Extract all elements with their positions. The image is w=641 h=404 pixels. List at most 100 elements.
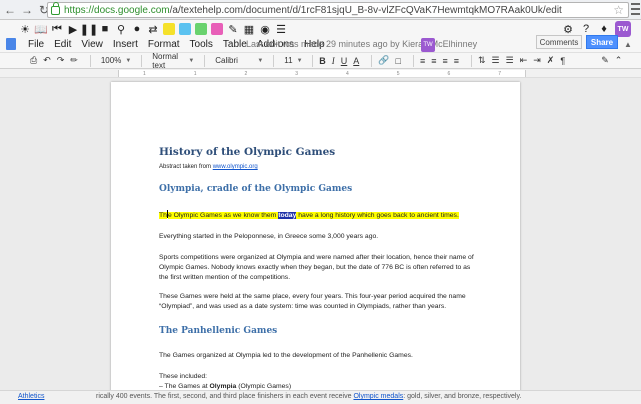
increase-indent-icon[interactable]: ⇥ <box>533 55 541 66</box>
menu-format[interactable]: Format <box>148 39 180 50</box>
toolbar-divider <box>273 54 275 67</box>
comment-icon[interactable]: □ <box>396 56 401 66</box>
zoom-select[interactable]: 100% ▼ <box>97 54 135 67</box>
browser-menu-icon[interactable] <box>631 3 640 15</box>
bulleted-list-icon[interactable]: ☰ <box>506 55 514 66</box>
list-icon[interactable]: ☰ <box>274 22 288 36</box>
highlight-blue-icon[interactable] <box>178 22 192 36</box>
paragraph-icon[interactable]: ¶ <box>560 56 565 66</box>
toolbar-divider <box>471 54 472 67</box>
link-icon[interactable]: 🔗 <box>378 55 389 66</box>
menu-view[interactable]: View <box>81 39 103 50</box>
style-select[interactable]: Normal text ▼ <box>148 51 198 70</box>
align-center-icon[interactable]: ≡ <box>431 56 436 66</box>
decrease-indent-icon[interactable]: ⇤ <box>520 55 528 66</box>
toolbar-divider <box>89 54 91 67</box>
ruler-mark: 5 <box>396 70 400 77</box>
play-icon[interactable]: ▶ <box>66 22 80 36</box>
list-suffix: (Olympic Games) <box>236 383 292 390</box>
background-page-strip: Athletics rically 400 events. The first,… <box>0 390 641 404</box>
stop-icon[interactable]: ■ <box>98 22 112 36</box>
ruler-mark: 1 <box>142 70 146 77</box>
highlight-end: have a long history which goes back to a… <box>296 212 459 219</box>
vocabulary-icon[interactable]: ◉ <box>258 22 272 36</box>
italic-button[interactable]: I <box>332 56 335 66</box>
heading-panhellenic: The Panhellenic Games <box>159 326 278 336</box>
redo-icon[interactable]: ↷ <box>57 55 65 66</box>
collapse-toolbar-icon[interactable]: ▲ <box>624 40 632 49</box>
menu-file[interactable]: File <box>28 39 44 50</box>
toolbar-divider <box>371 54 373 67</box>
highlight-yellow-icon[interactable] <box>162 22 176 36</box>
document-canvas[interactable]: History of the Olympic Games Abstract ta… <box>0 78 641 390</box>
background-text: rically 400 events. The first, second, a… <box>96 393 521 400</box>
text-color-icon[interactable]: A <box>353 56 359 66</box>
highlight-pink-icon[interactable] <box>210 22 224 36</box>
athletics-link[interactable]: Athletics <box>18 393 44 400</box>
menu-tools[interactable]: Tools <box>190 39 213 50</box>
olympic-medals-link[interactable]: Olympic medals <box>353 393 403 400</box>
lock-icon <box>51 1 60 15</box>
pause-icon[interactable]: ❚❚ <box>80 22 98 36</box>
paint-format-icon[interactable]: ✏ <box>70 55 78 66</box>
abstract-link[interactable]: www.olympic.org <box>213 164 258 170</box>
rewind-icon[interactable]: ⏮ <box>50 22 64 36</box>
style-value: Normal text <box>152 51 179 70</box>
clear-formatting-icon[interactable]: ✗ <box>547 55 555 66</box>
book-icon[interactable]: 📖 <box>34 22 48 36</box>
print-icon[interactable]: ⎙ <box>30 55 37 66</box>
font-value: Calibri <box>215 56 238 65</box>
toolbar-divider <box>412 54 414 67</box>
highlighted-sentence: The Olympic Games as we know them today … <box>159 210 479 221</box>
search-icon[interactable]: ⚲ <box>114 22 128 36</box>
align-right-icon[interactable]: ≡ <box>442 56 447 66</box>
line-spacing-icon[interactable]: ⇅ <box>478 55 486 66</box>
speech-icon[interactable]: ☀ <box>18 22 32 36</box>
paragraph-5: These included: <box>159 373 207 380</box>
paragraph-3: These Games were held at the same place,… <box>159 293 466 310</box>
gear-icon[interactable]: ⚙ <box>561 22 575 36</box>
collect-highlights-icon[interactable]: ▦ <box>242 22 256 36</box>
font-size-select[interactable]: 11 ▼ <box>280 54 306 67</box>
numbered-list-icon[interactable]: ☰ <box>492 55 500 66</box>
help-icon[interactable]: ? <box>579 22 593 36</box>
align-justify-icon[interactable]: ≡ <box>454 56 459 66</box>
last-edit-status[interactable]: Last edit was made 29 minutes ago by Kie… <box>246 39 477 49</box>
highlight-start: Th <box>159 212 167 219</box>
paragraph-1: Everything started in the Peloponnese, i… <box>159 233 379 240</box>
eraser-icon[interactable]: ✎ <box>226 22 240 36</box>
ruler-mark: 6 <box>447 70 451 77</box>
align-left-icon[interactable]: ≡ <box>420 56 425 66</box>
translate-icon[interactable]: ● <box>130 22 144 36</box>
ruler[interactable]: 1 1 2 3 4 5 6 7 <box>0 69 641 78</box>
paragraph-2: Sports competitions were organized at Ol… <box>159 254 474 281</box>
puzzle-icon[interactable]: ♦ <box>597 22 611 36</box>
ruler-mark: 4 <box>345 70 349 77</box>
menu-table[interactable]: Table <box>223 39 247 50</box>
docs-logo-icon[interactable] <box>6 38 16 50</box>
address-bar[interactable]: https://docs.google.com/a/textehelp.com/… <box>47 1 629 18</box>
chevron-down-icon: ▼ <box>296 57 303 64</box>
menu-edit[interactable]: Edit <box>54 39 71 50</box>
texthelp-float-badge[interactable]: TW <box>421 38 435 52</box>
back-icon[interactable]: ← <box>3 3 17 17</box>
forward-icon[interactable]: → <box>20 3 34 17</box>
undo-icon[interactable]: ↶ <box>43 55 51 66</box>
format-toolbar: ⎙ ↶ ↷ ✏ 100% ▼ Normal text ▼ Calibri ▼ 11 ▼ … <box>0 51 641 70</box>
underline-button[interactable]: U <box>341 56 348 66</box>
highlight-green-icon[interactable] <box>194 22 208 36</box>
document-page[interactable]: History of the Olympic Games Abstract ta… <box>111 82 520 390</box>
ruler-mark: 3 <box>295 70 299 77</box>
shuffle-icon[interactable]: ⇄ <box>146 22 160 36</box>
abstract-line: Abstract taken from www.olympic.org <box>159 164 258 170</box>
collapse-icon[interactable]: ⌃ <box>615 55 623 66</box>
ruler-mark: 7 <box>498 70 502 77</box>
bold-button[interactable]: B <box>319 56 326 66</box>
pencil-icon[interactable]: ✎ <box>601 55 609 66</box>
font-select[interactable]: Calibri ▼ <box>211 54 267 67</box>
bookmark-star-icon[interactable]: ☆ <box>613 3 624 17</box>
share-button[interactable]: Share <box>586 35 618 49</box>
chevron-down-icon: ▼ <box>188 57 195 64</box>
menu-insert[interactable]: Insert <box>113 39 138 50</box>
comments-button[interactable]: Comments <box>536 35 582 49</box>
